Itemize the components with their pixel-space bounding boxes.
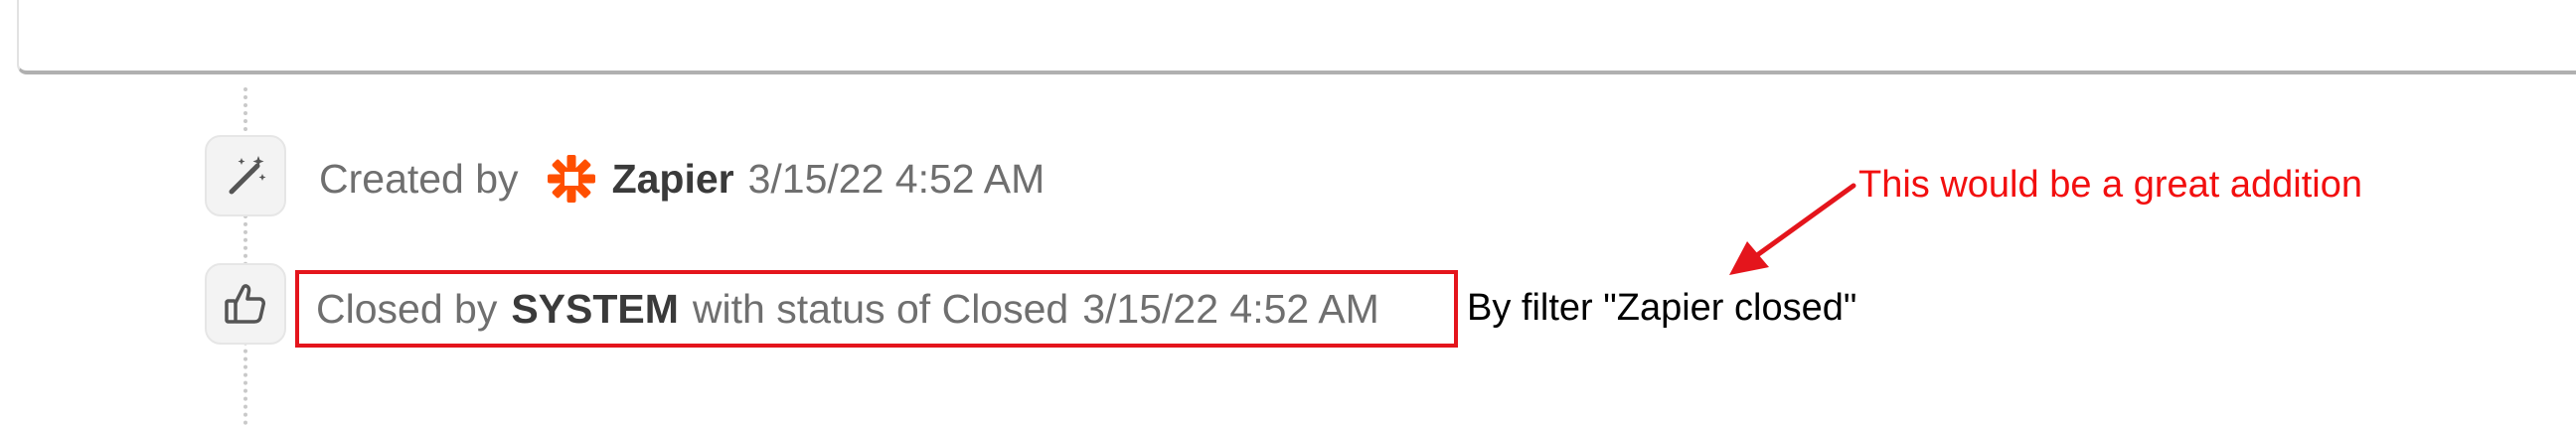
closed-event: Closed by SYSTEM with status of Closed 3… xyxy=(316,286,1379,333)
created-actor[interactable]: Zapier xyxy=(612,156,734,203)
closed-prefix: Closed by xyxy=(316,286,498,332)
magic-wand-icon xyxy=(205,135,286,216)
created-event: Created by Zapier 3/15/22 4:52 AM xyxy=(319,154,1045,204)
created-prefix: Created by xyxy=(319,155,519,202)
top-panel xyxy=(17,0,2576,74)
zapier-logo xyxy=(547,154,596,204)
suggestion-annotation: This would be a great addition xyxy=(1858,164,2362,206)
created-timestamp: 3/15/22 4:52 AM xyxy=(747,155,1046,202)
closed-actor: SYSTEM xyxy=(511,286,679,332)
filter-note: By filter "Zapier closed" xyxy=(1467,287,1857,329)
closed-timestamp: 3/15/22 4:52 AM xyxy=(1082,286,1379,332)
closed-status-text: with status of Closed xyxy=(692,286,1069,332)
annotation-arrow xyxy=(1729,183,1856,275)
thumbs-up-icon xyxy=(205,263,286,345)
